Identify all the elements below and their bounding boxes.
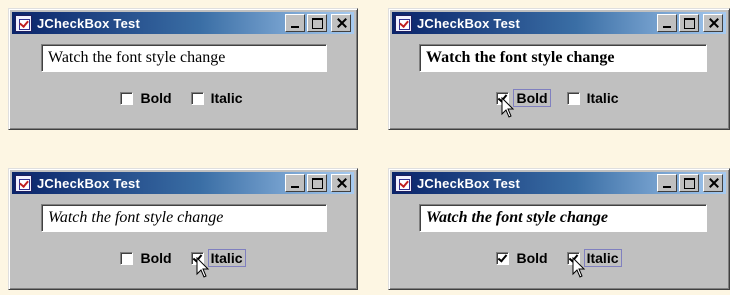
italic-checkbox[interactable]: Italic [190, 89, 246, 107]
close-icon[interactable] [703, 14, 723, 32]
app-icon[interactable] [15, 14, 32, 32]
title-bar[interactable]: JCheckBox Test [392, 172, 726, 194]
bold-checkbox[interactable]: Bold [120, 249, 174, 267]
font-style-text-field[interactable]: Watch the font style change [419, 204, 707, 232]
jcheckbox-window-1: JCheckBox Test Watch the font style chan… [8, 8, 358, 130]
title-bar[interactable]: JCheckBox Test [392, 12, 726, 34]
window-title: JCheckBox Test [37, 175, 140, 191]
bold-checkbox-label[interactable]: Bold [513, 249, 550, 267]
mouse-pointer-icon [196, 257, 209, 278]
italic-checkbox-box[interactable] [566, 91, 580, 105]
window-title: JCheckBox Test [37, 15, 140, 31]
app-icon[interactable] [395, 174, 412, 192]
bold-checkbox-box[interactable] [120, 251, 134, 265]
minimize-icon[interactable] [285, 174, 305, 192]
mouse-pointer-icon [572, 257, 585, 278]
close-icon[interactable] [331, 14, 351, 32]
italic-checkbox-label[interactable]: Italic [207, 249, 246, 267]
maximize-icon[interactable] [679, 174, 699, 192]
title-bar[interactable]: JCheckBox Test [12, 172, 354, 194]
minimize-icon[interactable] [657, 14, 677, 32]
italic-checkbox-label[interactable]: Italic [584, 89, 622, 107]
maximize-icon[interactable] [307, 14, 327, 32]
minimize-icon[interactable] [285, 14, 305, 32]
bold-checkbox-label[interactable]: Bold [137, 249, 174, 267]
bold-checkbox-box[interactable] [120, 91, 134, 105]
italic-checkbox-label[interactable]: Italic [583, 249, 622, 267]
italic-checkbox-label[interactable]: Italic [208, 89, 246, 107]
bold-checkbox-label[interactable]: Bold [137, 89, 174, 107]
jcheckbox-window-2: JCheckBox Test Watch the font style chan… [388, 8, 730, 130]
italic-checkbox[interactable]: Italic [566, 89, 622, 107]
bold-checkbox-box[interactable] [496, 251, 510, 265]
maximize-icon[interactable] [307, 174, 327, 192]
app-icon[interactable] [395, 14, 412, 32]
bold-checkbox[interactable]: Bold [496, 249, 550, 267]
bold-checkbox[interactable]: Bold [120, 89, 174, 107]
close-icon[interactable] [703, 174, 723, 192]
font-style-text-field[interactable]: Watch the font style change [41, 44, 327, 72]
italic-checkbox[interactable]: Italic [190, 249, 246, 278]
mouse-pointer-icon [501, 97, 515, 118]
jcheckbox-window-4: JCheckBox Test Watch the font style chan… [388, 168, 730, 290]
app-icon[interactable] [15, 174, 32, 192]
window-title: JCheckBox Test [417, 175, 520, 191]
bold-checkbox[interactable]: Bold [496, 89, 551, 118]
jcheckbox-window-3: JCheckBox Test Watch the font style chan… [8, 168, 358, 290]
maximize-icon[interactable] [679, 14, 699, 32]
italic-checkbox[interactable]: Italic [566, 249, 622, 278]
minimize-icon[interactable] [657, 174, 677, 192]
window-title: JCheckBox Test [417, 15, 520, 31]
italic-checkbox-box[interactable] [190, 91, 204, 105]
font-style-text-field[interactable]: Watch the font style change [419, 44, 707, 72]
bold-checkbox-label[interactable]: Bold [513, 89, 551, 107]
font-style-text-field[interactable]: Watch the font style change [41, 204, 327, 232]
close-icon[interactable] [331, 174, 351, 192]
title-bar[interactable]: JCheckBox Test [12, 12, 354, 34]
